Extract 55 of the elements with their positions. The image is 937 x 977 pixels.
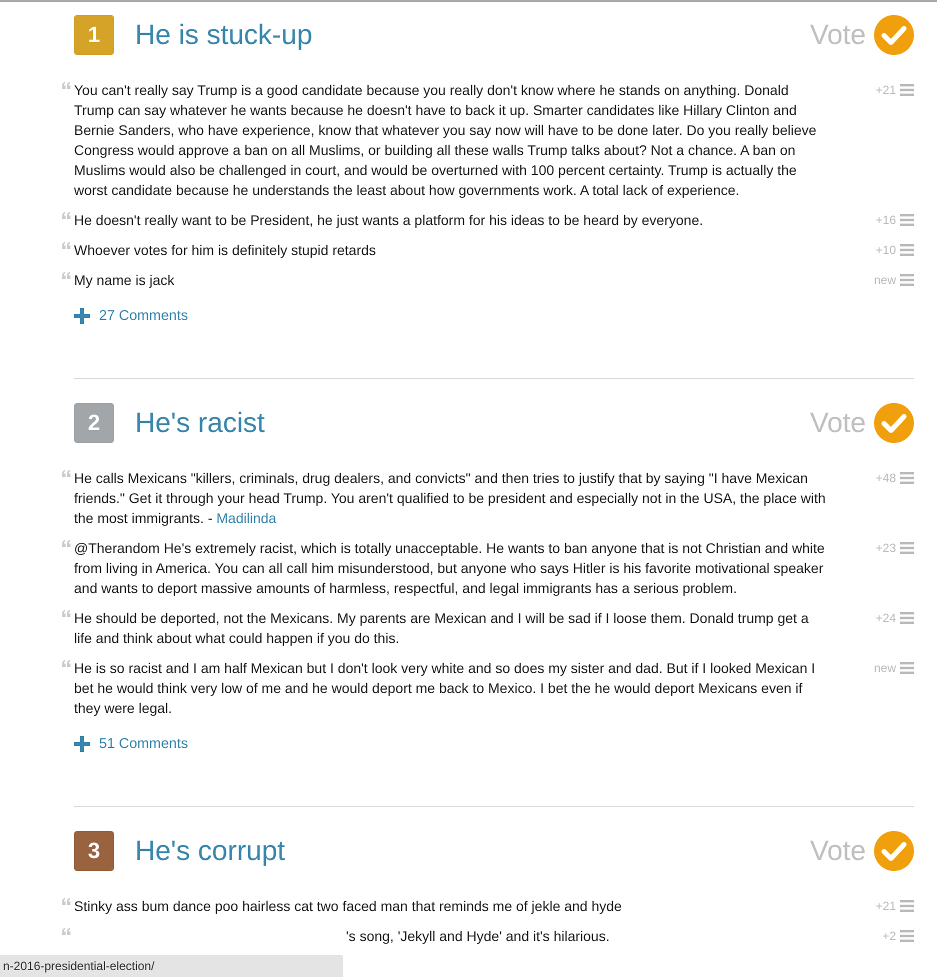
quote-icon [62,610,71,617]
vote-score: +16 [876,213,896,227]
quote-icon [62,272,71,279]
menu-icon[interactable] [900,662,914,674]
vote-score: +23 [876,541,896,555]
comment-text: He should be deported, not the Mexicans. My parents are Mexican and I will be sad if I loose them. Donald trump get a life and think about what could happen if you do this. [74,609,810,648]
comments-link[interactable]: 51 Comments [99,736,188,752]
checkmark-icon[interactable] [874,15,914,55]
quote-icon [62,242,71,249]
menu-icon[interactable] [900,244,914,256]
comment-text: @Therandom He's extremely racist, which is totally unacceptable. He wants to ban anyone that is not Christian and white from living in America. You can all call him misunderstood, but anyone who says Hitler is his favorite motivational speaker and wants to deport massive amounts of harmless, respectful, and legal immigrants has a serious problem. [74,539,826,598]
rank-badge: 3 [74,831,114,871]
vote-score: +48 [876,471,896,485]
comment-text: Stinky ass bum dance poo hairless cat two faced man that reminds me of jekle and hyde [74,897,623,916]
status-bar: n-2016-presidential-election/ [0,955,343,977]
menu-icon[interactable] [900,542,914,554]
comment-text: My name is jack [74,271,176,290]
quote-icon [62,540,71,547]
menu-icon[interactable] [900,472,914,484]
vote-score: new [874,661,896,675]
vote-score: +24 [876,611,896,625]
vote-score: +10 [876,243,896,257]
vote-score: +21 [876,83,896,97]
comments-link[interactable]: 27 Comments [99,308,188,324]
menu-icon[interactable] [900,612,914,624]
menu-icon[interactable] [900,84,914,96]
author-link[interactable]: Madilinda [216,510,276,526]
checkmark-icon[interactable] [874,403,914,443]
comment-text: 's song, 'Jekyll and Hyde' and it's hilarious. [345,927,611,946]
reason-title[interactable]: He's racist [135,407,810,439]
menu-icon[interactable] [900,930,914,942]
menu-icon[interactable] [900,274,914,286]
vote-score: +21 [876,899,896,913]
rank-badge: 2 [74,403,114,443]
menu-icon[interactable] [900,900,914,912]
comment-text: Whoever votes for him is definitely stupid retards [74,241,377,260]
checkmark-icon[interactable] [874,831,914,871]
vote-score: +2 [882,929,896,943]
quote-icon [62,928,71,935]
comment-text: He is so racist and I am half Mexican but I don't look very white and so does my sister and dad. But if I looked Mexican I bet he would think very low of me and he would deport me back to Mexico. I bet the he would deport Mexicans even if they were legal. [74,659,816,718]
quote-icon [62,898,71,905]
vote-score: new [874,273,896,287]
reason-title[interactable]: He's corrupt [135,835,810,867]
plus-icon[interactable] [74,308,90,324]
quote-icon [62,212,71,219]
quote-icon [62,82,71,89]
comment-text: He doesn't really want to be President, he just wants a platform for his ideas to be heard by everyone. [74,211,704,230]
rank-badge: 1 [74,15,114,55]
menu-icon[interactable] [900,214,914,226]
quote-icon [62,660,71,667]
plus-icon[interactable] [74,736,90,752]
comment-text: You can't really say Trump is a good candidate because you really don't know where he stands on anything. Donald Trump can say whatever he wants because he doesn't have to back it up. Smarter candidates like Hillary Clinton and Bernie Sanders, who have experience, know that whatever you say now will have to be done later. Do you really believe Congress would approve a ban on all Muslims, or building all these walls Trump talks about? Not a chance. A ban on Muslims would also be challenged in court, and would be overturned with 100 percent certainty. Trump is actually the worst candidate because he understands the least about how governments work. A total lack of experience. [74,81,818,200]
reason-title[interactable]: He is stuck-up [135,19,810,51]
quote-icon [62,470,71,477]
comment-text: He calls Mexicans "killers, criminals, drug dealers, and convicts" and then tries to justify that by saying "I have Mexican friends." Get it through your head Trump. You aren't qualified to be president and especially not in the USA, the place with the most immigrants. - Madilinda [74,469,827,528]
